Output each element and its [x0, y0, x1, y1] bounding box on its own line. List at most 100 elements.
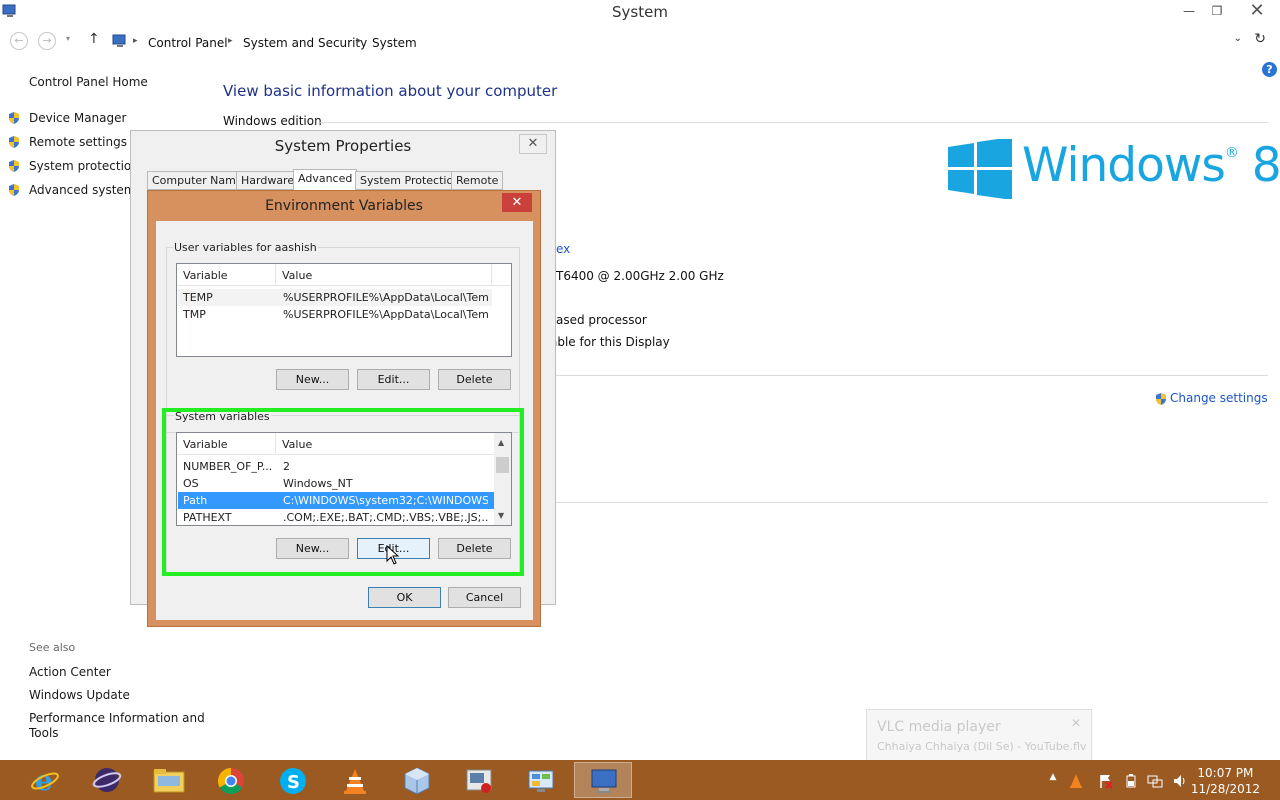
- vlc-tray-icon[interactable]: [1068, 773, 1084, 789]
- shield-icon: [1156, 393, 1166, 405]
- volume-icon[interactable]: [1172, 773, 1188, 789]
- change-settings-label: Change settings: [1170, 391, 1268, 405]
- notification-close-button[interactable]: ✕: [1071, 716, 1081, 730]
- taskbar-system-properties[interactable]: [574, 762, 632, 798]
- tab-remote[interactable]: Remote: [451, 171, 504, 190]
- tab-system-protection[interactable]: System Protection: [355, 171, 466, 190]
- dialog-close-button[interactable]: ✕: [502, 193, 532, 212]
- taskbar-chrome[interactable]: [202, 762, 260, 798]
- shield-icon: [9, 184, 19, 196]
- row-variable: TMP: [183, 308, 206, 321]
- device-manager-link[interactable]: Device Manager: [29, 111, 126, 125]
- tab-advanced[interactable]: Advanced: [293, 169, 358, 190]
- action-center-link[interactable]: Action Center: [29, 665, 111, 679]
- row-value: %USERPROFILE%\AppData\Local\Temp: [283, 291, 488, 304]
- user-variables-list[interactable]: Variable Value TEMP %USERPROFILE%\AppDat…: [176, 263, 512, 357]
- taskbar-clock[interactable]: 10:07 PM 11/28/2012: [1191, 765, 1260, 797]
- help-icon[interactable]: ?: [1262, 62, 1277, 77]
- shield-icon: [9, 112, 19, 124]
- windows-edition-heading: Windows edition: [223, 114, 322, 128]
- column-variable[interactable]: Variable: [183, 269, 228, 282]
- folder-icon: [153, 769, 185, 793]
- taskbar-internet-explorer[interactable]: e: [16, 762, 74, 798]
- windows-brand-version: 8: [1251, 138, 1280, 193]
- pen-touch-value: able for this Display: [550, 335, 670, 349]
- ok-button[interactable]: OK: [368, 587, 441, 608]
- list-header: Variable Value: [177, 264, 511, 286]
- system-link-fragment[interactable]: ex: [556, 242, 570, 256]
- user-new-button[interactable]: New...: [276, 369, 349, 390]
- breadcrumb-separator-icon[interactable]: ▸: [357, 36, 362, 46]
- forward-icon[interactable]: →: [38, 32, 56, 50]
- notification-media: Chhaiya Chhaiya (Dil Se) - YouTube.flv: [877, 740, 1087, 753]
- user-delete-button[interactable]: Delete: [438, 369, 511, 390]
- vlc-icon: [344, 769, 366, 794]
- column-value[interactable]: Value: [282, 269, 312, 282]
- user-edit-button[interactable]: Edit...: [357, 369, 430, 390]
- section-divider: [320, 122, 1268, 123]
- media-recorder-icon: [466, 769, 492, 793]
- control-panel-icon: [112, 34, 126, 47]
- vlc-notification[interactable]: VLC media player Chhaiya Chhaiya (Dil Se…: [866, 709, 1092, 761]
- system-protection-link[interactable]: System protection: [29, 159, 139, 173]
- recent-pages-icon[interactable]: ▾: [66, 34, 70, 43]
- control-panel-home-link[interactable]: Control Panel Home: [29, 75, 148, 89]
- up-icon[interactable]: ↑: [88, 31, 100, 47]
- show-hidden-icons-icon[interactable]: ▲: [1045, 772, 1061, 788]
- clock-time: 10:07 PM: [1197, 766, 1254, 780]
- tab-hardware[interactable]: Hardware: [236, 171, 300, 190]
- taskbar-vlc[interactable]: [326, 762, 384, 798]
- taskbar-virtualbox[interactable]: [388, 762, 446, 798]
- table-row[interactable]: TEMP %USERPROFILE%\AppData\Local\Temp: [178, 289, 492, 306]
- chrome-icon: [217, 767, 244, 795]
- breadcrumb-separator-icon[interactable]: ▸: [133, 36, 138, 46]
- svg-text:S: S: [287, 772, 300, 793]
- computer-icon: [591, 769, 617, 793]
- breadcrumb-control-panel[interactable]: Control Panel: [148, 36, 228, 50]
- control-panel-icon: [528, 770, 554, 792]
- remote-settings-link[interactable]: Remote settings: [29, 135, 127, 149]
- row-value: %USERPROFILE%\AppData\Local\Temp: [283, 308, 488, 321]
- skype-icon: S: [280, 768, 306, 794]
- back-icon[interactable]: ←: [10, 32, 28, 50]
- section-divider: [556, 375, 1268, 376]
- power-icon[interactable]: [1123, 773, 1139, 789]
- close-button[interactable]: ✕: [1234, 0, 1280, 22]
- cancel-button[interactable]: Cancel: [448, 587, 521, 608]
- address-dropdown-icon[interactable]: ⌄: [1234, 33, 1242, 44]
- window-title: System: [612, 3, 668, 21]
- windows-update-link[interactable]: Windows Update: [29, 688, 130, 702]
- taskbar-media-app[interactable]: [450, 762, 508, 798]
- taskbar-file-explorer[interactable]: [140, 762, 198, 798]
- column-separator[interactable]: [275, 264, 276, 286]
- see-also-heading: See also: [29, 641, 76, 654]
- dialog-close-button[interactable]: ✕: [519, 134, 547, 154]
- dialog-title: Environment Variables: [265, 198, 423, 214]
- performance-information-link-line2[interactable]: Tools: [29, 726, 59, 740]
- performance-information-link[interactable]: Performance Information and: [29, 711, 205, 725]
- dialog-title: System Properties: [274, 137, 412, 155]
- tab-computer-name[interactable]: Computer Name: [147, 171, 248, 190]
- page-title: View basic information about your comput…: [223, 82, 558, 100]
- highlight-box: [162, 408, 524, 576]
- maximize-button[interactable]: ❐: [1202, 0, 1232, 22]
- virtualbox-icon: [404, 767, 430, 795]
- taskbar-skype[interactable]: S: [264, 762, 322, 798]
- action-center-flag-icon[interactable]: [1098, 773, 1114, 789]
- address-input[interactable]: ▸ Control Panel ▸ System and Security ▸ …: [108, 30, 1244, 52]
- windows-brand-text: Windows® 8: [1022, 138, 1280, 193]
- advanced-system-settings-link[interactable]: Advanced system s: [29, 183, 146, 197]
- refresh-icon[interactable]: ↻: [1254, 31, 1266, 47]
- column-separator[interactable]: [491, 264, 492, 286]
- minimize-button[interactable]: —: [1174, 0, 1204, 22]
- taskbar-eclipse[interactable]: [78, 762, 136, 798]
- clock-date: 11/28/2012: [1190, 782, 1260, 796]
- breadcrumb-system[interactable]: System: [372, 36, 417, 50]
- breadcrumb-separator-icon[interactable]: ▸: [228, 36, 233, 46]
- table-row[interactable]: TMP %USERPROFILE%\AppData\Local\Temp: [178, 306, 492, 323]
- breadcrumb-system-and-security[interactable]: System and Security: [243, 36, 367, 50]
- taskbar-control-panel[interactable]: [512, 762, 570, 798]
- network-icon[interactable]: [1147, 773, 1163, 789]
- address-bar: ← → ▾ ↑ ▸ Control Panel ▸ System and Sec…: [0, 28, 1280, 54]
- eclipse-icon: [92, 768, 122, 792]
